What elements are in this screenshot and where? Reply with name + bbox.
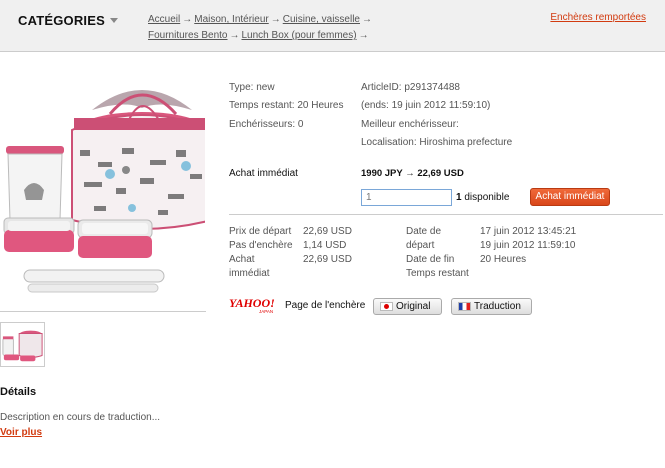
start-date-label-1: Date de xyxy=(406,226,442,237)
quantity-input[interactable] xyxy=(361,189,452,206)
divider xyxy=(229,214,663,215)
product-thumbnail[interactable] xyxy=(0,322,45,367)
divider xyxy=(0,311,206,312)
france-flag-icon xyxy=(458,302,471,311)
end-date-label: Date de fin xyxy=(406,254,455,265)
buynow-price-label-2: immédiat xyxy=(229,268,270,279)
breadcrumb-arrow: → xyxy=(229,30,240,41)
yahoo-logo-text: YAHOO! xyxy=(229,296,275,310)
breadcrumb-arrow: → xyxy=(358,30,369,41)
end-date-value: 19 juin 2012 11:59:10 xyxy=(480,240,576,251)
yahoo-logo-subtext: JAPAN xyxy=(259,309,273,314)
start-price-value: 22,69 USD xyxy=(303,226,352,237)
yahoo-japan-logo: YAHOO! JAPAN xyxy=(229,296,275,314)
available-info: 1 disponible xyxy=(456,192,509,203)
original-button[interactable]: Original xyxy=(373,298,442,315)
translate-button[interactable]: Traduction xyxy=(451,298,532,315)
buy-now-label: Achat immédiat xyxy=(229,168,298,179)
breadcrumb: Accueil → Maison, Intérieur → Cuisine, vaiss… xyxy=(148,12,408,44)
time-remaining: Temps restant: 20 Heures xyxy=(229,100,344,111)
ended-auctions-link[interactable]: Enchères remportées xyxy=(550,12,646,23)
breadcrumb-maison[interactable]: Maison, Intérieur xyxy=(194,14,268,25)
breadcrumb-lunchbox[interactable]: Lunch Box (pour femmes) xyxy=(242,30,357,41)
breadcrumb-home[interactable]: Accueil xyxy=(148,14,180,25)
breadcrumb-cuisine[interactable]: Cuisine, vaisselle xyxy=(283,14,360,25)
remaining-value: 20 Heures xyxy=(480,254,527,265)
end-time: (ends: 19 juin 2012 11:59:10) xyxy=(361,100,491,111)
breadcrumb-arrow: → xyxy=(270,14,281,25)
original-button-label: Original xyxy=(396,301,431,312)
article-id: ArticleID: p291374488 xyxy=(361,82,460,93)
breadcrumb-bento[interactable]: Fournitures Bento xyxy=(148,30,228,41)
increment-value: 1,14 USD xyxy=(303,240,347,251)
description-text: Description en cours de traduction... xyxy=(0,412,161,423)
categories-menu[interactable]: CATÉGORIES xyxy=(18,13,105,28)
auction-page-label: Page de l'enchère xyxy=(285,300,366,311)
bidders-count: Enchérisseurs: 0 xyxy=(229,119,304,130)
buynow-price-label-1: Achat xyxy=(229,254,255,265)
translate-button-label: Traduction xyxy=(474,301,521,312)
available-count: 1 xyxy=(456,192,462,203)
location: Localisation: Hiroshima prefecture xyxy=(361,137,513,148)
top-bar: CATÉGORIES Accueil → Maison, Intérieur → Cui… xyxy=(0,0,665,52)
buy-now-price: 1990 JPY → 22,69 USD xyxy=(361,168,464,179)
japan-flag-icon xyxy=(380,302,393,311)
remaining-label: Temps restant xyxy=(406,268,469,279)
increment-label: Pas d'enchère xyxy=(229,240,293,251)
best-bidder: Meilleur enchérisseur: xyxy=(361,119,459,130)
breadcrumb-arrow: → xyxy=(182,14,193,25)
breadcrumb-arrow: → xyxy=(362,14,372,25)
product-image[interactable] xyxy=(0,70,205,302)
available-text: disponible xyxy=(464,192,510,203)
start-price-label: Prix de départ xyxy=(229,226,292,237)
start-date-label-2: départ xyxy=(406,240,435,251)
item-type: Type: new xyxy=(229,82,275,93)
see-more-link[interactable]: Voir plus xyxy=(0,427,42,438)
start-date-value: 17 juin 2012 13:45:21 xyxy=(480,226,577,237)
buy-now-button[interactable]: Achat immédiat xyxy=(530,188,610,206)
buynow-price-value: 22,69 USD xyxy=(303,254,352,265)
details-heading: Détails xyxy=(0,386,37,398)
chevron-down-icon[interactable] xyxy=(110,18,118,23)
